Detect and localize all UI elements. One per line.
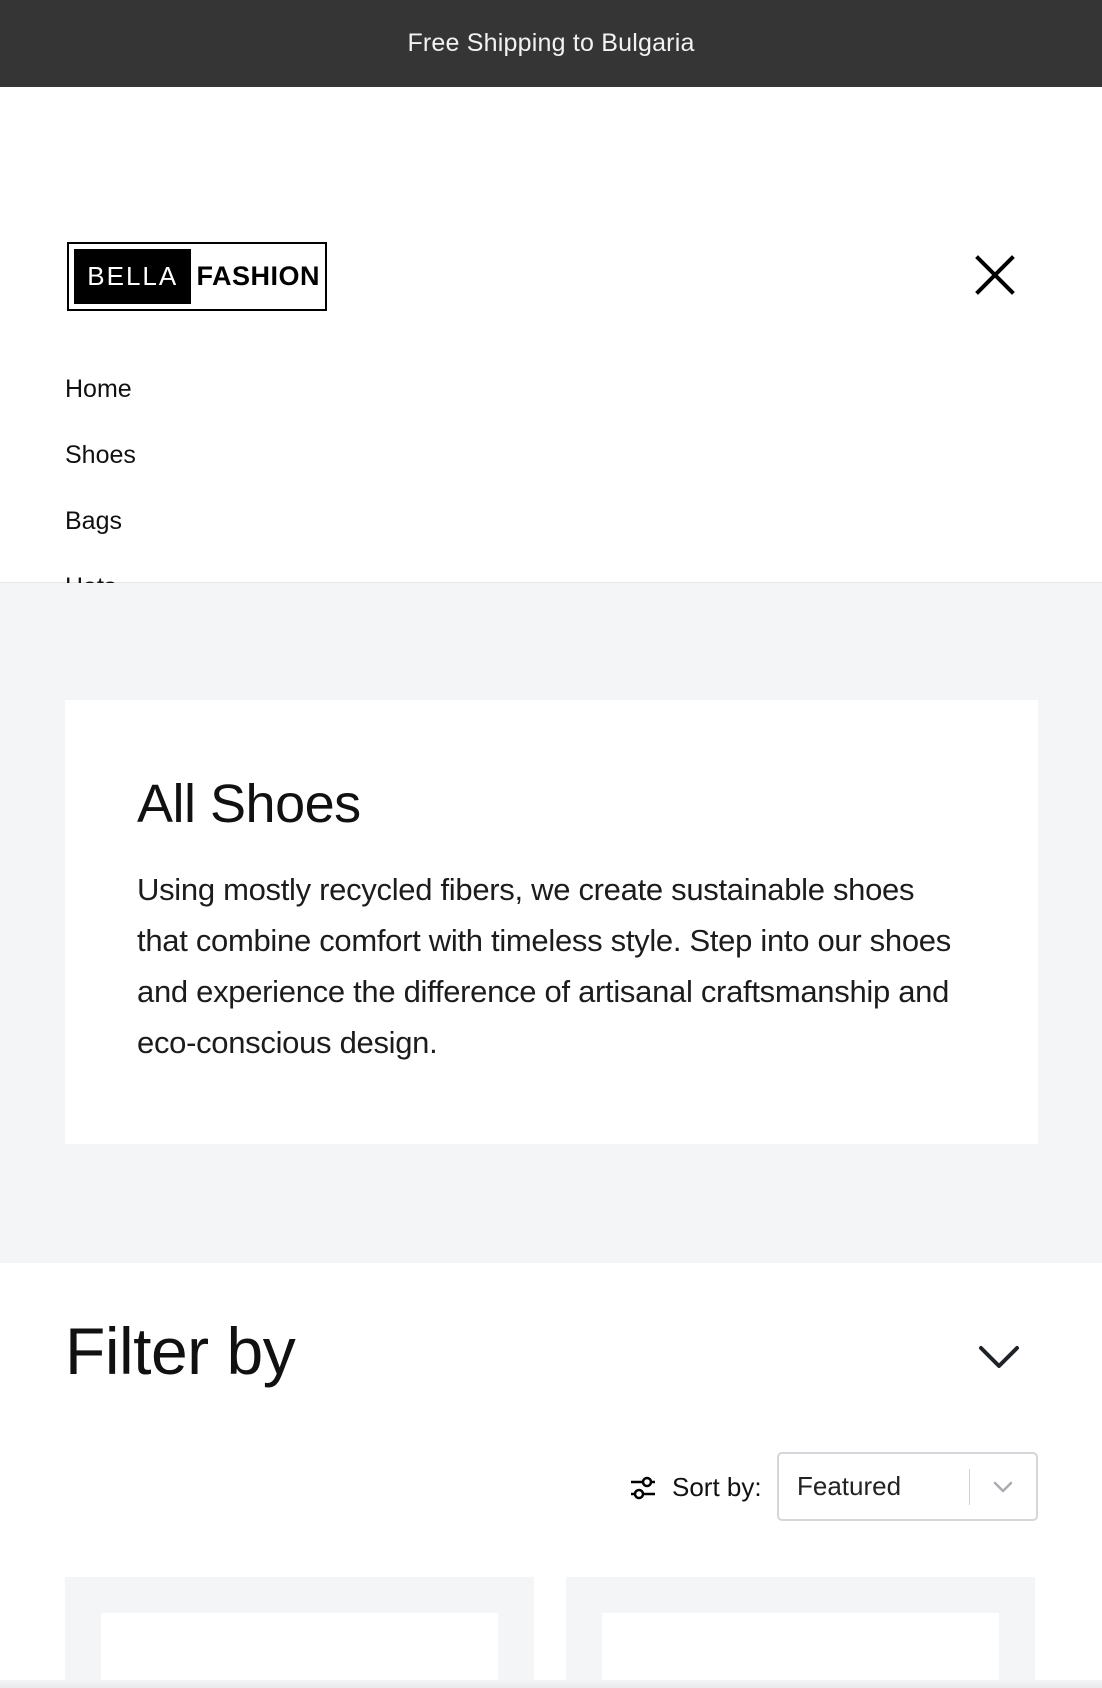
collection-description: Using mostly recycled fibers, we create …: [137, 872, 951, 1060]
chevron-down-icon: [993, 1481, 1013, 1492]
filter-title: Filter by: [65, 1314, 296, 1388]
collection-info-card: All Shoes Using mostly recycled fibers, …: [65, 700, 1038, 1144]
chevron-down-icon[interactable]: [973, 1338, 1025, 1378]
product-card[interactable]: [65, 1577, 534, 1688]
collection-hero: All Shoes Using mostly recycled fibers, …: [0, 583, 1102, 1263]
logo-text-left: BELLA: [74, 249, 192, 304]
sliders-icon: [631, 1476, 655, 1500]
sort-selected-value: Featured: [797, 1471, 902, 1501]
select-chevron: [970, 1477, 1036, 1497]
product-image-placeholder: [602, 1613, 999, 1688]
sort-label: Sort by:: [672, 1472, 762, 1502]
site-header: BELLA FASHION Home Shoes Bags Hats: [0, 87, 1102, 601]
announcement-text: Free Shipping to Bulgaria: [407, 29, 695, 57]
page-bottom-shade: [0, 1680, 1102, 1688]
product-grid: [0, 1577, 1102, 1688]
sort-select[interactable]: Featured: [777, 1452, 1038, 1521]
nav-item-bags[interactable]: Bags: [65, 501, 136, 567]
brand-logo[interactable]: BELLA FASHION: [67, 242, 327, 311]
logo-text-right: FASHION: [196, 261, 320, 291]
product-image-placeholder: [101, 1613, 498, 1688]
filter-section: Filter by: [0, 1263, 1102, 1435]
sort-bar: Sort by: Featured: [0, 1435, 1102, 1557]
collection-title: All Shoes: [137, 774, 361, 834]
product-card[interactable]: [566, 1577, 1035, 1688]
close-icon: [975, 255, 1015, 295]
close-menu-button[interactable]: [970, 250, 1020, 300]
nav-item-home[interactable]: Home: [65, 369, 136, 435]
announcement-bar: Free Shipping to Bulgaria: [0, 0, 1102, 87]
nav-item-shoes[interactable]: Shoes: [65, 435, 136, 501]
